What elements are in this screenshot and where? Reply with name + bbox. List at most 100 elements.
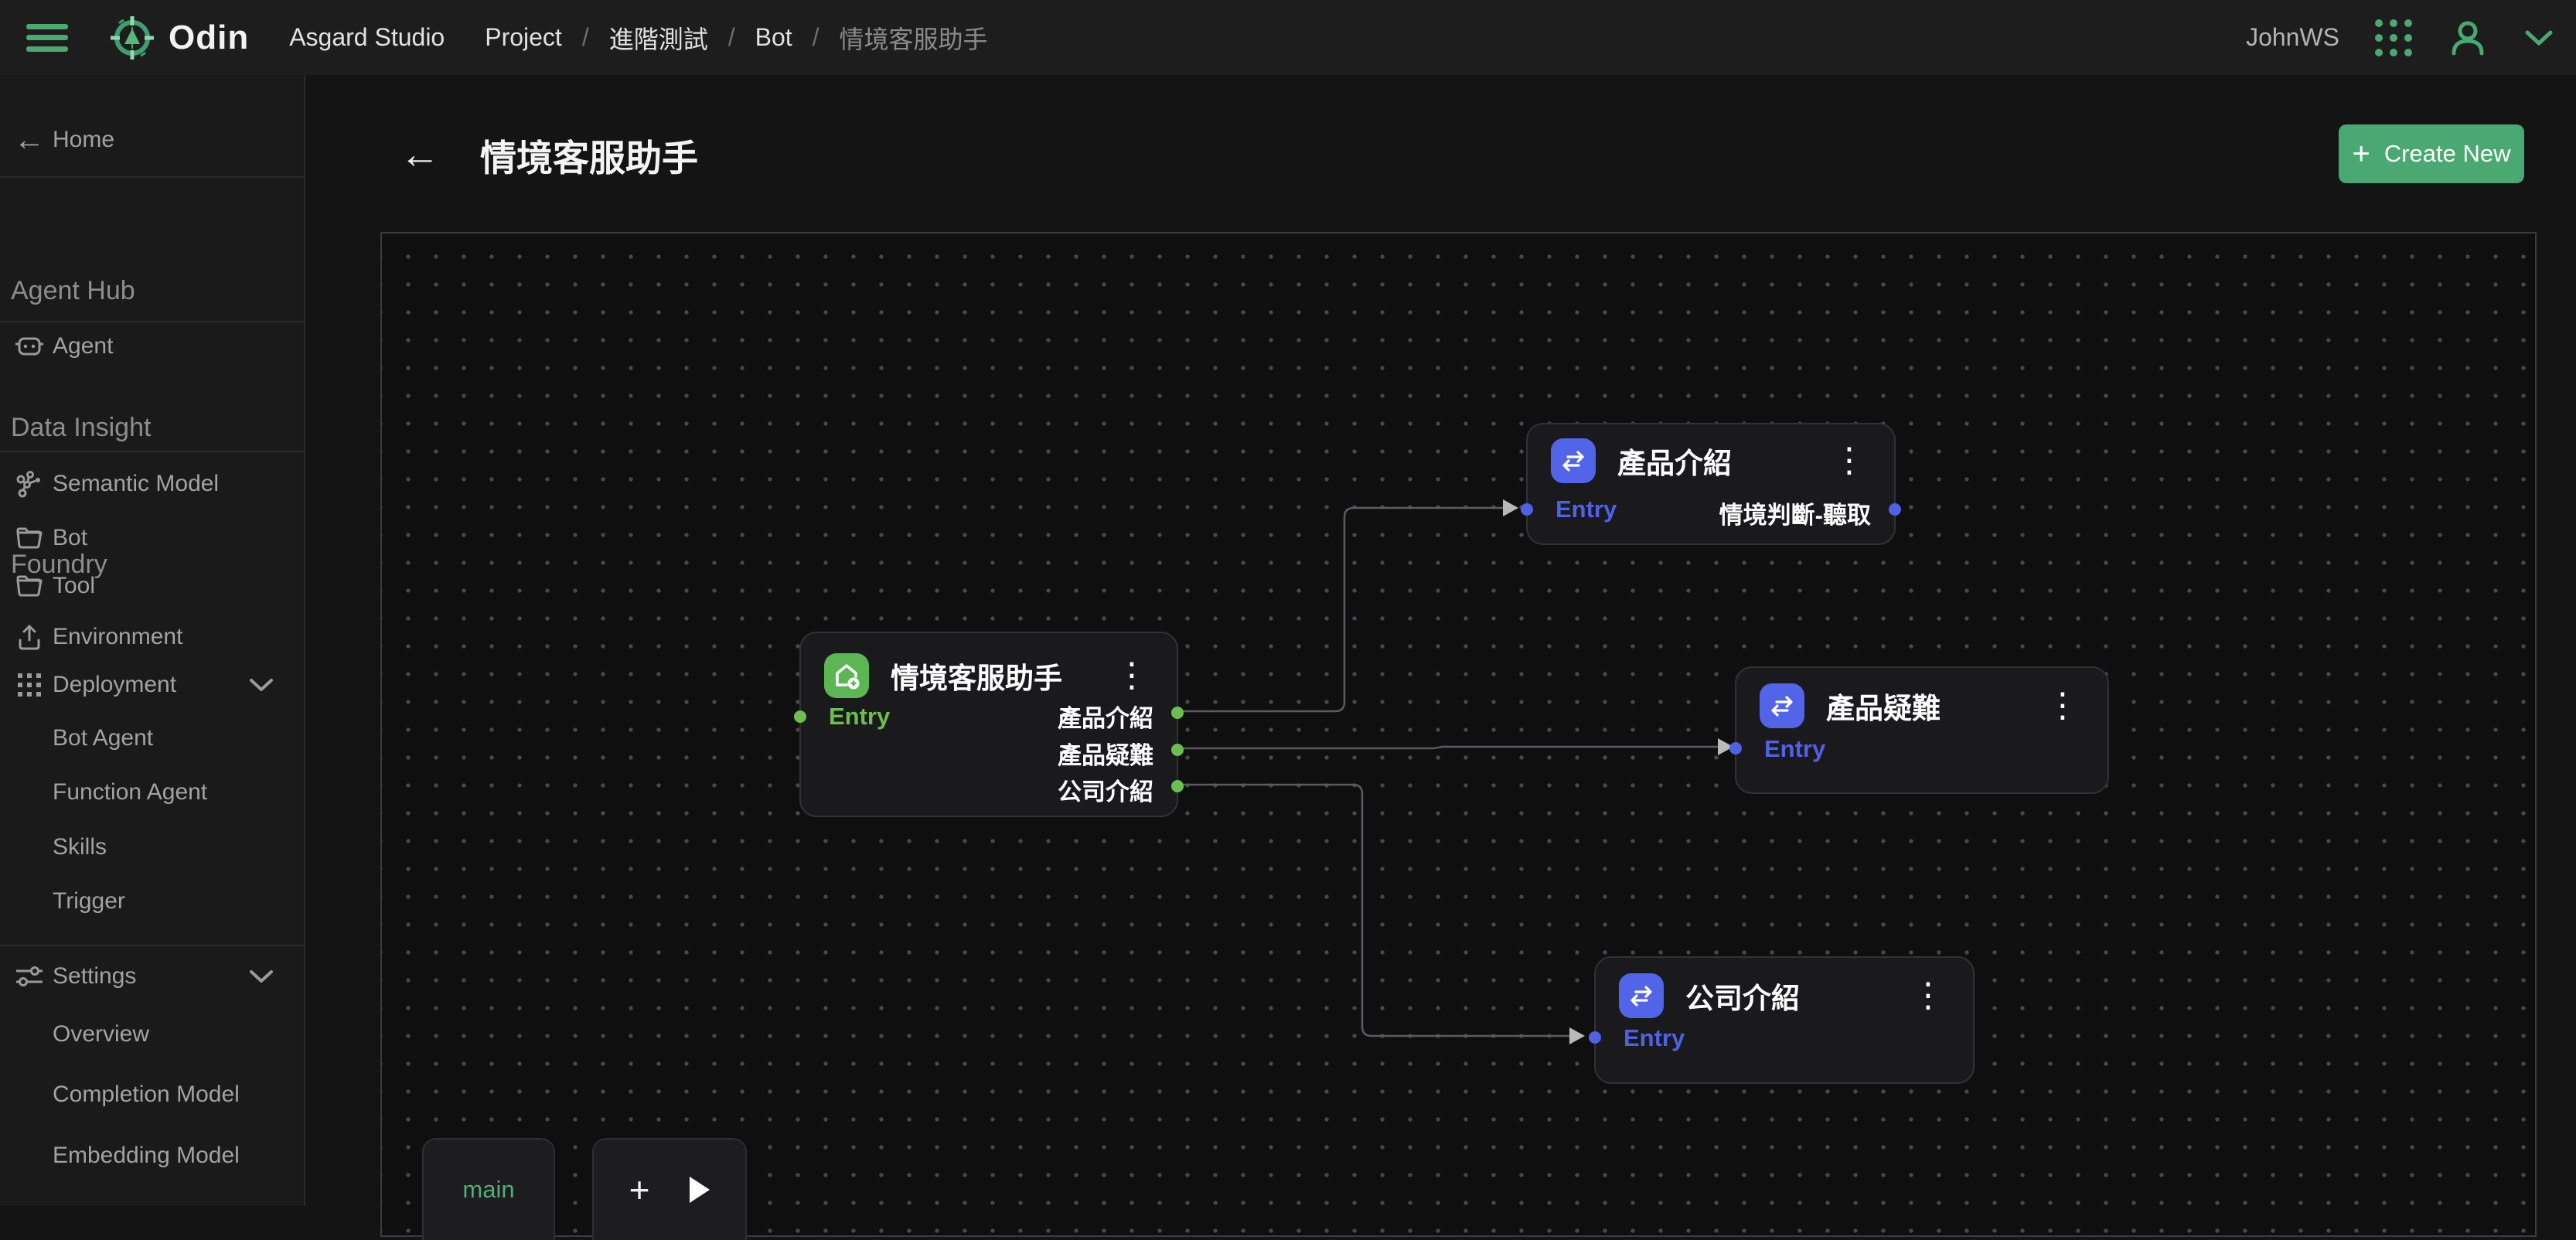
breadcrumb-separator: /: [728, 23, 735, 52]
logo-text[interactable]: Odin: [169, 19, 249, 57]
sidebar-function-agent-label: Function Agent: [53, 779, 207, 806]
node-title: 情境客服助手: [891, 655, 1062, 697]
output-port-handle[interactable]: [1171, 744, 1184, 756]
home-plus-icon: [824, 653, 869, 698]
sidebar-item-semantic-model[interactable]: Semantic Model: [0, 466, 304, 502]
output-port-label: 產品疑難: [1058, 736, 1153, 771]
chevron-down-icon[interactable]: [248, 968, 274, 985]
back-arrow-icon: ←: [14, 123, 45, 158]
sidebar-completion-model-label: Completion Model: [53, 1082, 240, 1108]
sidebar-settings-label: Settings: [53, 963, 136, 990]
section-title-agent-hub: Agent Hub: [11, 276, 135, 306]
output-port-handle[interactable]: [1171, 780, 1184, 792]
node-company-intro[interactable]: 公司介紹 ⋮ Entry: [1594, 956, 1975, 1084]
breadcrumb: Project / 進階測試 / Bot / 情境客服助手: [485, 20, 987, 56]
create-new-label: Create New: [2384, 140, 2511, 168]
sidebar-agent-label: Agent: [53, 333, 113, 359]
chevron-down-icon[interactable]: [248, 676, 274, 693]
entry-port-handle[interactable]: [1521, 503, 1533, 516]
entry-port-label: Entry: [1764, 735, 1825, 763]
breadcrumb-current: 情境客服助手: [840, 20, 988, 56]
arrowhead-icon: [1503, 499, 1518, 516]
apps-grid-icon[interactable]: [2375, 19, 2412, 56]
sliders-icon: [14, 963, 45, 990]
robot-icon: [14, 332, 45, 360]
sidebar-item-trigger[interactable]: Trigger: [0, 884, 304, 919]
deployment-grid-icon: [14, 671, 45, 699]
swap-arrows-icon: [1619, 973, 1664, 1018]
sidebar-skills-label: Skills: [53, 834, 107, 860]
sidebar-divider: [0, 321, 304, 322]
sidebar-item-settings[interactable]: Settings: [0, 959, 304, 994]
swap-arrows-icon: [1551, 438, 1596, 483]
node-root[interactable]: 情境客服助手 ⋮ Entry 產品介紹 產品疑難 公司介紹: [799, 632, 1178, 817]
entry-port-handle[interactable]: [1589, 1031, 1601, 1044]
sidebar-divider: [0, 945, 304, 946]
arrowhead-icon: [1569, 1027, 1585, 1044]
output-port-label: 產品介紹: [1058, 699, 1153, 734]
output-port-label: 公司介紹: [1058, 772, 1153, 807]
branch-tab-main[interactable]: main: [422, 1138, 555, 1240]
main-content: ← 情境客服助手 + Create New: [307, 75, 2576, 1206]
sidebar-item-overview[interactable]: Overview: [0, 1017, 304, 1052]
page-back-arrow-icon[interactable]: ←: [400, 135, 440, 175]
sidebar-bot-agent-label: Bot Agent: [53, 725, 153, 751]
kebab-menu-icon[interactable]: ⋮: [1905, 982, 1951, 1009]
folder-icon: [14, 526, 45, 550]
breadcrumb-project[interactable]: Project: [485, 23, 562, 52]
semantic-model-icon: [14, 469, 45, 499]
sidebar-item-home[interactable]: ← Home: [0, 122, 304, 158]
play-icon[interactable]: [690, 1177, 710, 1203]
top-header: Odin Asgard Studio Project / 進階測試 / Bot …: [0, 0, 2576, 75]
edge-layer: [382, 233, 2535, 1235]
account-chevron-down-icon[interactable]: [2523, 28, 2554, 48]
sidebar-divider: [0, 176, 304, 178]
sidebar-item-environment[interactable]: Environment: [0, 619, 304, 655]
breadcrumb-separator: /: [582, 23, 589, 52]
node-title: 產品疑難: [1826, 685, 1941, 727]
breadcrumb-advanced-test[interactable]: 進階測試: [609, 20, 708, 56]
sidebar-home-label: Home: [53, 127, 114, 153]
output-port-handle[interactable]: [1171, 707, 1184, 719]
kebab-menu-icon[interactable]: ⋮: [1109, 662, 1155, 689]
plus-icon: +: [2352, 138, 2370, 169]
sidebar-item-completion-model[interactable]: Completion Model: [0, 1077, 304, 1112]
flow-canvas[interactable]: 情境客服助手 ⋮ Entry 產品介紹 產品疑難 公司介紹: [380, 232, 2537, 1237]
entry-port-handle[interactable]: [794, 710, 806, 723]
edge-root-to-product-issue: [1178, 747, 1718, 748]
entry-port-label: Entry: [1624, 1024, 1685, 1052]
hamburger-menu-icon[interactable]: [26, 21, 68, 55]
output-port-handle[interactable]: [1889, 503, 1901, 516]
odin-logo-icon[interactable]: [108, 14, 156, 62]
sidebar-embedding-model-label: Embedding Model: [53, 1143, 240, 1169]
create-new-button[interactable]: + Create New: [2339, 124, 2524, 183]
sidebar-item-agent[interactable]: Agent: [0, 329, 304, 364]
flow-actions-bar: +: [592, 1138, 747, 1240]
sidebar-item-bot-agent[interactable]: Bot Agent: [0, 720, 304, 756]
app-name: Asgard Studio: [289, 23, 445, 52]
kebab-menu-icon[interactable]: ⋮: [2039, 692, 2086, 719]
username-label: JohnWS: [2246, 23, 2339, 52]
sidebar-item-embedding-model[interactable]: Embedding Model: [0, 1138, 304, 1174]
section-title-data-insight: Data Insight: [11, 413, 151, 443]
node-title: 產品介紹: [1617, 440, 1732, 482]
node-product-issue[interactable]: 產品疑難 ⋮ Entry: [1735, 666, 2109, 794]
add-branch-icon[interactable]: +: [629, 1172, 650, 1208]
sidebar-item-skills[interactable]: Skills: [0, 830, 304, 865]
user-avatar-icon[interactable]: [2448, 18, 2488, 58]
folder-icon: [14, 574, 45, 598]
swap-arrows-icon: [1760, 683, 1804, 728]
entry-port-label: Entry: [829, 703, 890, 731]
sidebar-item-bot[interactable]: Bot: [0, 520, 304, 556]
edge-root-to-product-intro: [1178, 508, 1503, 711]
sidebar-item-deployment[interactable]: Deployment: [0, 667, 304, 703]
sidebar-deployment-label: Deployment: [53, 672, 176, 698]
app-root: Odin Asgard Studio Project / 進階測試 / Bot …: [0, 0, 2576, 1206]
breadcrumb-bot[interactable]: Bot: [755, 23, 792, 52]
entry-port-handle[interactable]: [1729, 742, 1742, 755]
sidebar-item-function-agent[interactable]: Function Agent: [0, 775, 304, 810]
node-product-intro[interactable]: 產品介紹 ⋮ Entry 情境判斷-聽取: [1526, 423, 1896, 545]
kebab-menu-icon[interactable]: ⋮: [1826, 447, 1872, 474]
entry-port-label: Entry: [1555, 496, 1617, 523]
sidebar-item-tool[interactable]: Tool: [0, 568, 304, 604]
